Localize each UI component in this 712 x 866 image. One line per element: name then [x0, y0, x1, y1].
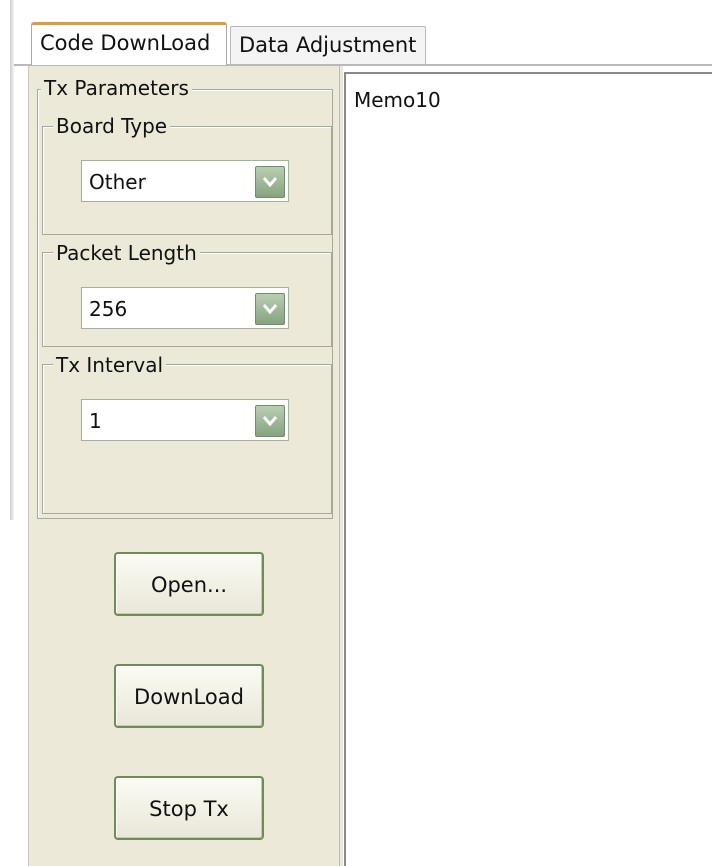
window-left-edge: [10, 0, 14, 520]
board-type-select[interactable]: Other: [81, 160, 289, 202]
stop-tx-button[interactable]: Stop Tx: [114, 776, 264, 840]
packet-length-value: 256: [89, 297, 128, 321]
download-button[interactable]: DownLoad: [114, 664, 264, 728]
memo-textarea[interactable]: Memo10: [344, 72, 712, 866]
board-type-value: Other: [89, 170, 146, 194]
chevron-down-icon[interactable]: [255, 166, 285, 198]
chevron-down-icon[interactable]: [255, 293, 285, 325]
tx-interval-label: Tx Interval: [53, 353, 167, 377]
app-window: Code DownLoad Data Adjustment Tx Paramet…: [0, 0, 712, 866]
tx-interval-value: 1: [89, 409, 102, 433]
board-type-label: Board Type: [53, 114, 171, 138]
panel-splitter[interactable]: [339, 66, 343, 866]
tab-code-download[interactable]: Code DownLoad: [31, 22, 227, 65]
left-panel: Tx Parameters Board Type Other Packet Le…: [28, 66, 341, 866]
chevron-down-icon[interactable]: [255, 405, 285, 437]
open-button[interactable]: Open...: [114, 552, 264, 616]
packet-length-select[interactable]: 256: [81, 287, 289, 329]
memo-content: Memo10: [354, 88, 441, 112]
tab-data-adjustment[interactable]: Data Adjustment: [230, 26, 426, 64]
tx-interval-select[interactable]: 1: [81, 399, 289, 441]
tx-parameters-title: Tx Parameters: [41, 76, 192, 100]
packet-length-label: Packet Length: [53, 241, 200, 265]
